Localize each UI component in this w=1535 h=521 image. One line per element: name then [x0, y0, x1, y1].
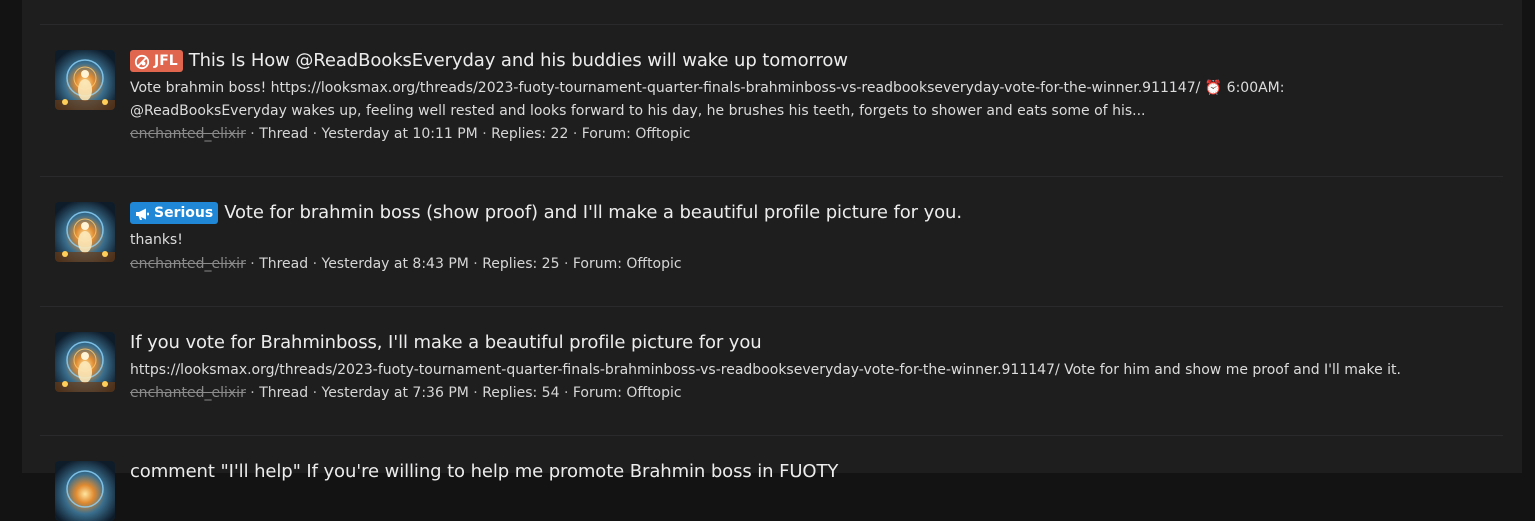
forum-link[interactable]: Offtopic — [626, 385, 681, 401]
divider — [40, 176, 1503, 177]
username-link[interactable]: enchanted_elixir — [130, 126, 246, 142]
post-date[interactable]: Yesterday at 10:11 PM — [322, 126, 478, 142]
result-snippet: https://looksmax.org/threads/2023-fuoty-… — [130, 362, 1401, 378]
forum-link[interactable]: Offtopic — [626, 256, 681, 272]
result-title-link[interactable]: If you vote for Brahminboss, I'll make a… — [130, 330, 762, 356]
result-title-link[interactable]: This Is How @ReadBooksEveryday and his b… — [189, 48, 848, 74]
post-date[interactable]: Yesterday at 7:36 PM — [322, 385, 469, 401]
badge-label: Serious — [154, 205, 214, 221]
forum-label: Forum: — [572, 385, 622, 401]
reply-count: Replies: 54 — [482, 385, 560, 401]
megaphone-icon — [134, 205, 150, 221]
prefix-badge-jfl[interactable]: JFL — [130, 50, 183, 72]
divider — [40, 24, 1503, 25]
content-type: Thread — [259, 126, 309, 142]
avatar[interactable] — [55, 461, 115, 521]
result-title-link[interactable]: Vote for brahmin boss (show proof) and I… — [224, 200, 962, 226]
divider — [40, 306, 1503, 307]
reply-count: Replies: 25 — [482, 256, 560, 272]
avatar[interactable] — [55, 332, 115, 392]
forum-link[interactable]: Offtopic — [635, 126, 690, 142]
content-type: Thread — [259, 385, 309, 401]
username-link[interactable]: enchanted_elixir — [130, 256, 246, 272]
username-link[interactable]: enchanted_elixir — [130, 385, 246, 401]
content-type: Thread — [259, 256, 309, 272]
result-snippet: @ReadBooksEveryday wakes up, feeling wel… — [130, 103, 1146, 119]
result-snippet: Vote brahmin boss! https://looksmax.org/… — [130, 80, 1285, 96]
search-results-panel: JFL This Is How @ReadBooksEveryday and h… — [22, 0, 1522, 521]
prefix-badge-serious[interactable]: Serious — [130, 202, 219, 224]
avatar[interactable] — [55, 50, 115, 110]
forum-label: Forum: — [581, 126, 631, 142]
badge-label: JFL — [154, 53, 178, 69]
result-title-link[interactable]: comment "I'll help" If you're willing to… — [130, 459, 838, 485]
avatar[interactable] — [55, 202, 115, 262]
result-snippet: thanks! — [130, 232, 183, 248]
post-date[interactable]: Yesterday at 8:43 PM — [322, 256, 469, 272]
slash-circle-icon — [134, 53, 150, 70]
forum-label: Forum: — [572, 256, 622, 272]
divider — [40, 435, 1503, 436]
reply-count: Replies: 22 — [491, 126, 569, 142]
